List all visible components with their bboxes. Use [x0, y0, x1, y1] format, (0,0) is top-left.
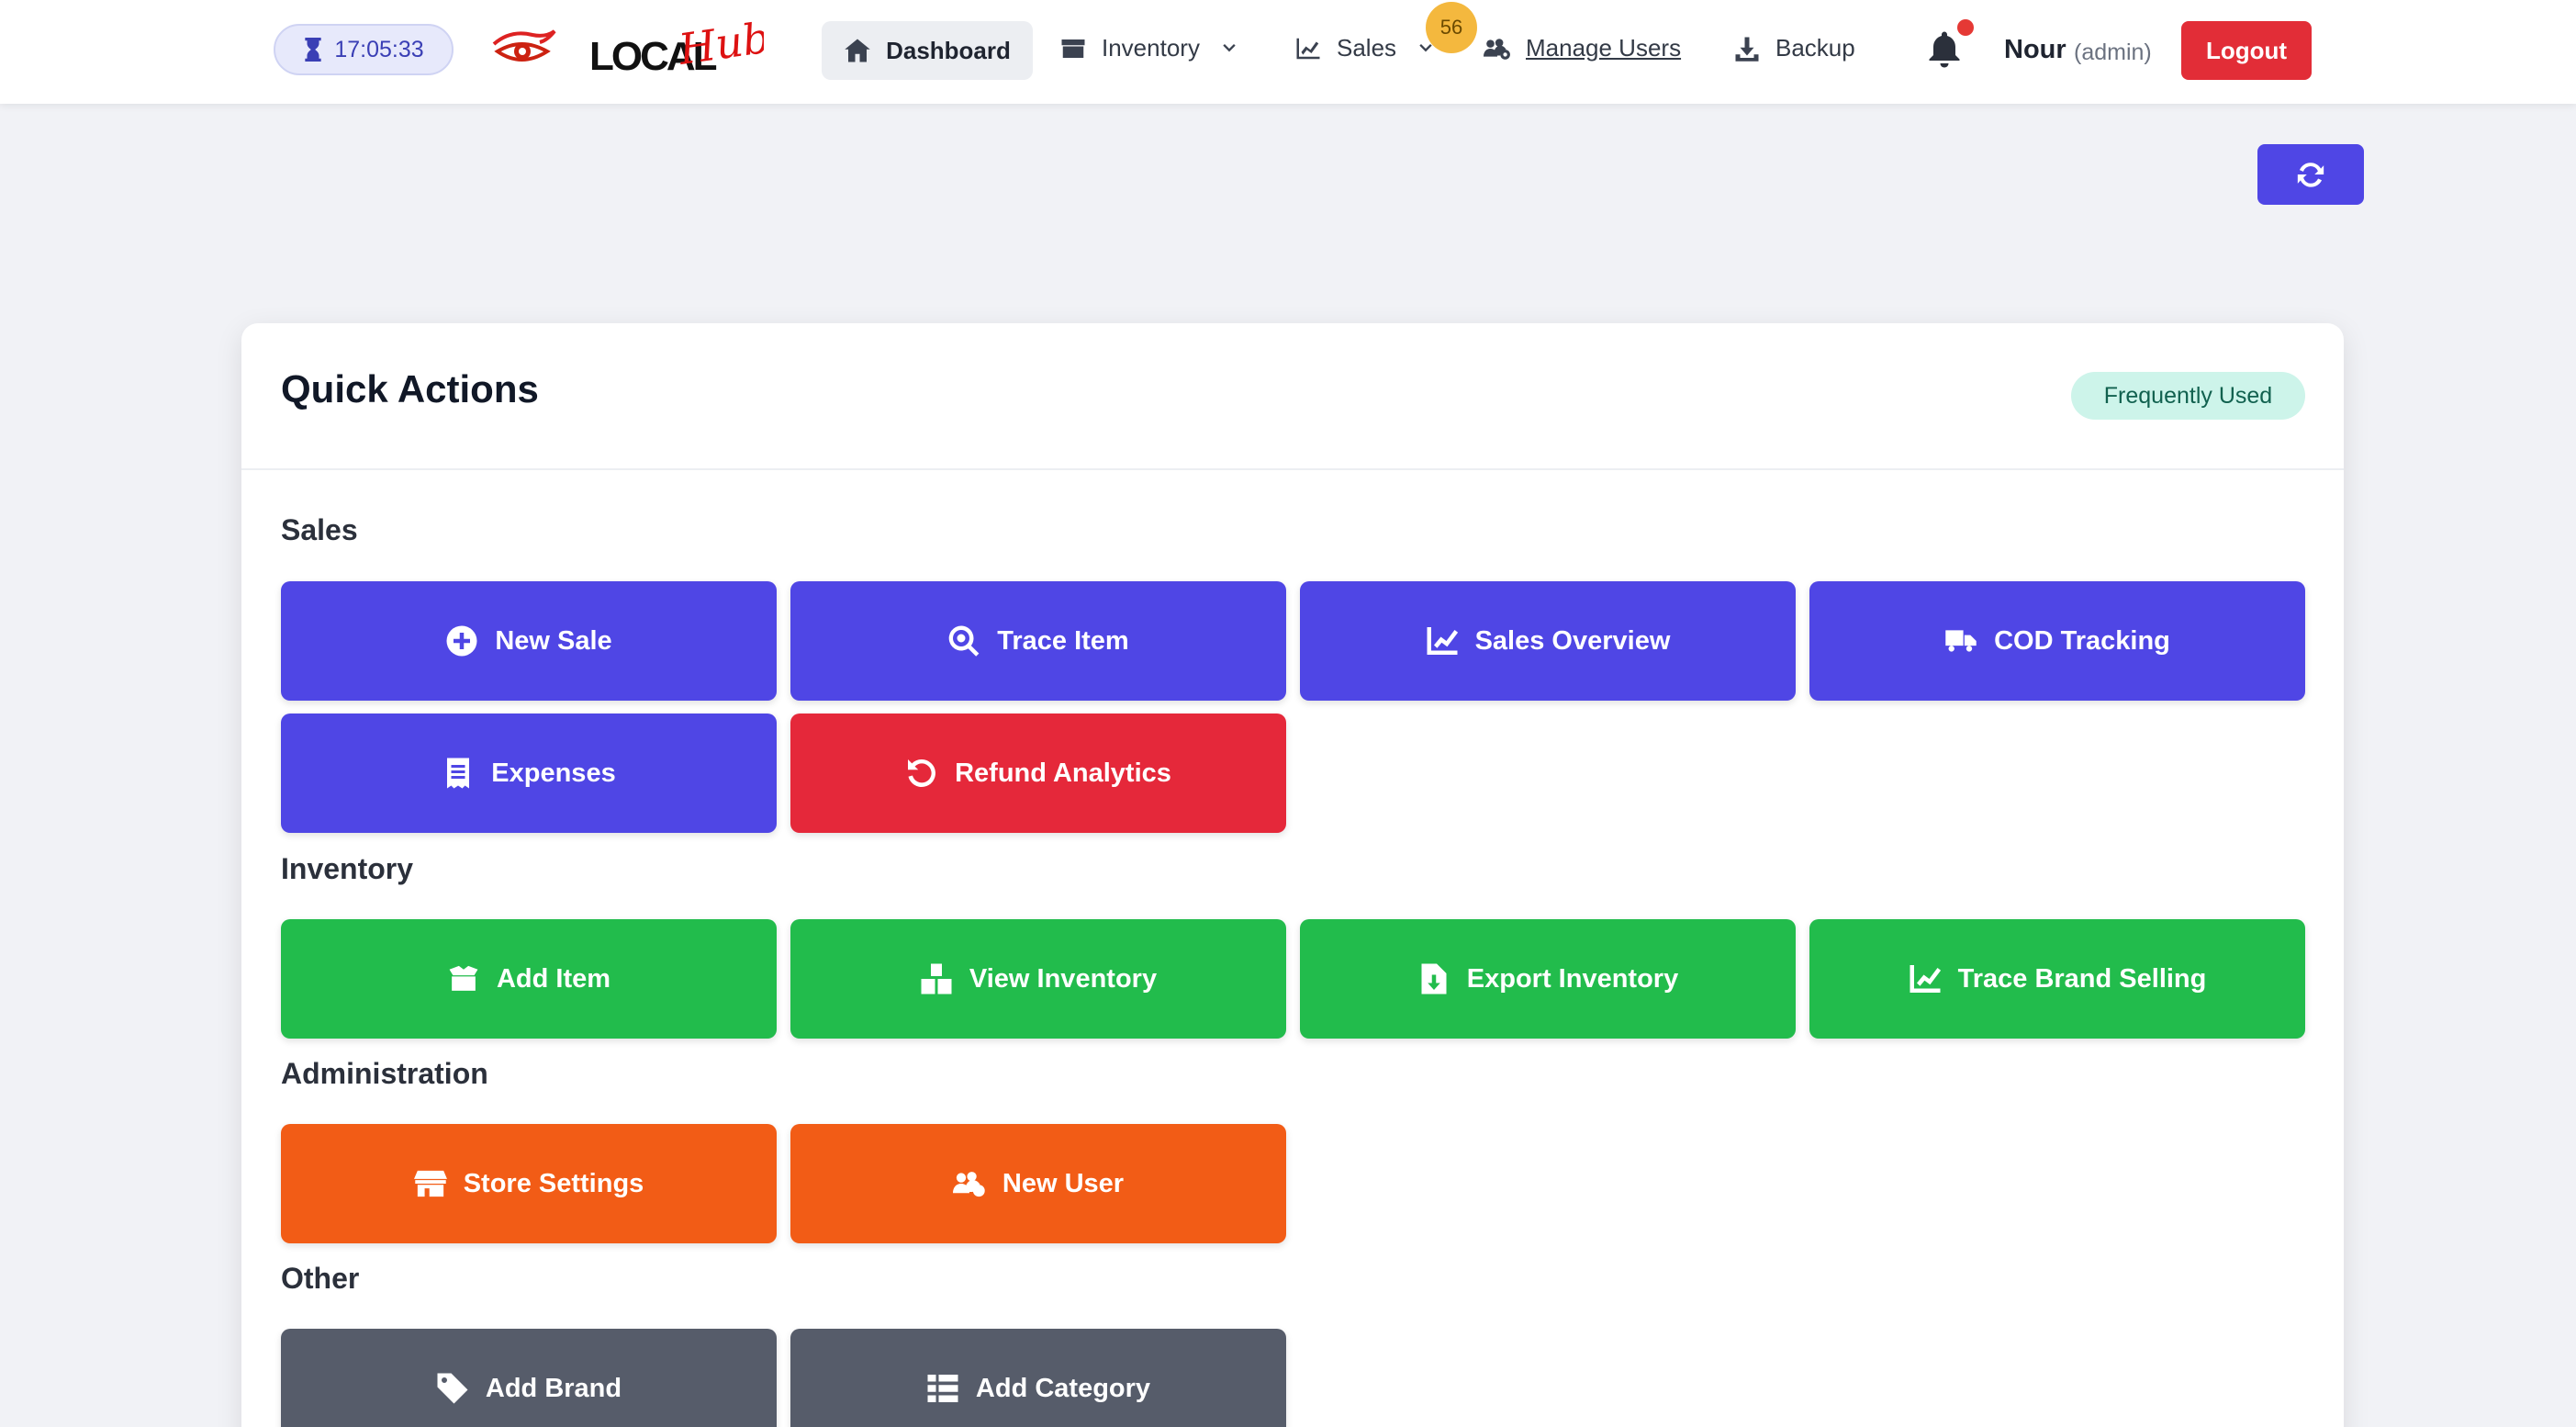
boxes-icon [921, 963, 952, 994]
session-timer: 17:05:33 [274, 24, 454, 75]
new-sale-label: New Sale [495, 625, 612, 656]
chart-line-icon [1910, 965, 1941, 993]
nav-dashboard[interactable]: Dashboard [822, 21, 1033, 80]
cod-tracking-button[interactable]: COD Tracking [1809, 581, 2305, 701]
hourglass-icon [305, 38, 321, 62]
nav-sales-label: Sales [1337, 34, 1397, 62]
new-sale-button[interactable]: New Sale [281, 581, 777, 701]
add-brand-label: Add Brand [485, 1373, 622, 1403]
nav-backup-label: Backup [1775, 34, 1855, 62]
users-cog-icon [952, 1172, 985, 1197]
sales-overview-label: Sales Overview [1474, 625, 1671, 656]
refresh-button[interactable] [2257, 144, 2364, 205]
add-brand-button[interactable]: Add Brand [281, 1329, 777, 1427]
refund-analytics-button[interactable]: Refund Analytics [790, 714, 1286, 833]
refresh-icon [2297, 163, 2324, 187]
view-inventory-button[interactable]: View Inventory [790, 919, 1286, 1039]
box-open-icon [449, 965, 478, 991]
plus-circle-icon [446, 625, 477, 657]
top-navbar: 17:05:33 LOCAL Hub Dashboard Inventory S… [0, 0, 2576, 104]
section-inventory-label: Inventory [281, 852, 414, 885]
svg-text:Hub: Hub [675, 20, 764, 74]
nav-backup[interactable]: Backup [1733, 34, 1855, 62]
box-icon [1061, 39, 1085, 58]
timer-value: 17:05:33 [334, 36, 424, 62]
notifications-button[interactable] [1928, 31, 1961, 68]
list-icon [927, 1375, 958, 1402]
bell-icon [1929, 31, 1960, 68]
card-title: Quick Actions [281, 367, 539, 410]
store-settings-label: Store Settings [463, 1168, 644, 1198]
refund-analytics-label: Refund Analytics [955, 758, 1171, 788]
user-name: Nour [2004, 35, 2066, 64]
divider [241, 468, 2344, 470]
download-icon [1735, 37, 1759, 62]
home-icon [845, 39, 870, 62]
new-user-label: New User [1002, 1168, 1125, 1198]
user-role: (admin) [2074, 39, 2152, 65]
section-sales-label: Sales [281, 513, 358, 546]
receipt-icon [447, 758, 470, 789]
file-export-icon [1421, 963, 1447, 994]
store-icon [413, 1170, 447, 1197]
nav-inventory-label: Inventory [1102, 34, 1200, 62]
expenses-label: Expenses [491, 758, 616, 788]
store-settings-button[interactable]: Store Settings [281, 1124, 777, 1243]
nav-inventory[interactable]: Inventory [1059, 34, 1238, 62]
trace-item-button[interactable]: Trace Item [790, 581, 1286, 701]
trace-item-label: Trace Item [997, 625, 1129, 656]
trace-brand-selling-button[interactable]: Trace Brand Selling [1809, 919, 2305, 1039]
section-administration-label: Administration [281, 1057, 488, 1090]
sales-count-badge: 56 [1426, 2, 1477, 53]
sales-overview-button[interactable]: Sales Overview [1300, 581, 1796, 701]
brand-logo: LOCAL Hub [589, 20, 764, 79]
view-inventory-label: View Inventory [969, 963, 1158, 994]
expenses-button[interactable]: Expenses [281, 714, 777, 833]
add-category-label: Add Category [975, 1373, 1151, 1403]
add-category-button[interactable]: Add Category [790, 1329, 1286, 1427]
quick-actions-card: Quick Actions Frequently Used Sales New … [241, 323, 2344, 1427]
tag-icon [437, 1373, 468, 1404]
cod-tracking-label: COD Tracking [1994, 625, 2170, 656]
chart-line-icon [1296, 38, 1320, 59]
add-item-button[interactable]: Add Item [281, 919, 777, 1039]
nav-dashboard-label: Dashboard [886, 36, 1011, 64]
users-cog-icon [1484, 38, 1510, 60]
nav-manage-users[interactable]: Manage Users [1484, 34, 1681, 62]
chart-line-icon [1427, 627, 1458, 655]
section-other-label: Other [281, 1262, 360, 1295]
eye-logo-icon [492, 29, 556, 62]
truck-icon [1945, 630, 1977, 652]
undo-icon [908, 758, 936, 787]
frequently-used-badge: Frequently Used [2071, 372, 2305, 420]
trace-brand-selling-label: Trace Brand Selling [1957, 963, 2207, 994]
logout-button[interactable]: Logout [2181, 21, 2312, 80]
nav-manage-users-label: Manage Users [1526, 34, 1682, 62]
nav-sales[interactable]: Sales [1294, 34, 1435, 62]
chevron-down-icon [1223, 43, 1236, 51]
search-location-icon [948, 625, 980, 657]
new-user-button[interactable]: New User [790, 1124, 1286, 1243]
notification-dot [1957, 19, 1974, 36]
export-inventory-button[interactable]: Export Inventory [1300, 919, 1796, 1039]
export-inventory-label: Export Inventory [1466, 963, 1679, 994]
add-item-label: Add Item [496, 963, 611, 994]
